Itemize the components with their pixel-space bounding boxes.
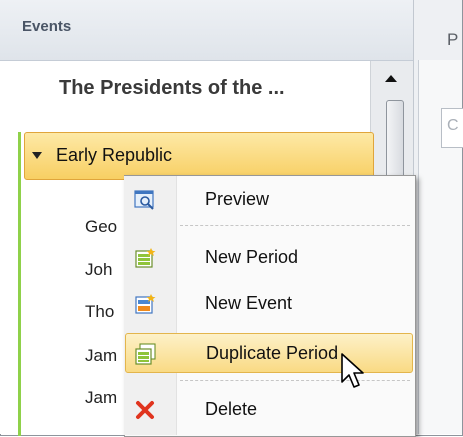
delete-icon <box>136 401 154 419</box>
tree-item[interactable]: Tho <box>85 302 114 322</box>
menu-item-new-event[interactable]: New Event <box>125 284 413 324</box>
project-title[interactable]: The Presidents of the ... <box>59 77 285 100</box>
tree-item[interactable]: Joh <box>85 260 112 280</box>
details-pane-field-text: C <box>447 117 459 134</box>
tree-item[interactable]: Jam <box>85 388 117 408</box>
menu-item-label: Duplicate Period <box>206 343 339 363</box>
menu-separator <box>180 380 410 381</box>
scroll-up-button[interactable] <box>372 62 410 94</box>
menu-item-label: Delete <box>205 399 258 419</box>
menu-item-label: New Period <box>205 247 299 267</box>
new-event-icon <box>135 294 156 314</box>
expand-triangle-icon[interactable] <box>32 152 42 159</box>
tree-item[interactable]: Geo <box>85 217 117 237</box>
menu-item-delete[interactable]: Delete <box>125 390 413 430</box>
tree-item[interactable]: Jam <box>85 346 117 366</box>
menu-item-new-period[interactable]: New Period <box>125 238 413 278</box>
events-panel-title: Events <box>22 18 72 35</box>
preview-icon <box>134 190 154 210</box>
arrow-up-icon <box>385 74 397 82</box>
menu-item-preview[interactable]: Preview <box>125 180 413 220</box>
duplicate-period-icon <box>135 343 156 365</box>
menu-item-label: New Event <box>205 293 293 313</box>
menu-item-duplicate-period[interactable]: Duplicate Period <box>125 333 413 373</box>
new-period-icon <box>135 248 156 268</box>
period-color-bar <box>18 132 21 436</box>
details-pane-label: P <box>447 30 459 49</box>
mouse-pointer-icon <box>341 353 364 388</box>
menu-item-label: Preview <box>205 189 270 209</box>
tree-group-label: Early Republic <box>56 145 173 165</box>
menu-separator <box>180 225 410 226</box>
